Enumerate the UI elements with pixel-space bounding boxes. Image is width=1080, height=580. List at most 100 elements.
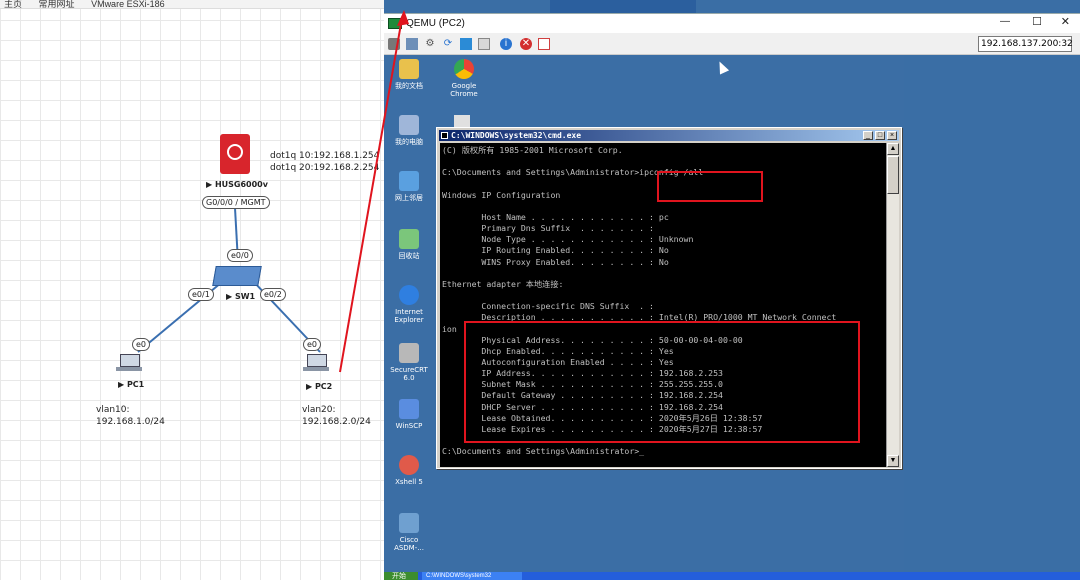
cmd-line: Windows IP Configuration bbox=[442, 189, 561, 200]
cmd-title: C:\WINDOWS\system32\cmd.exe bbox=[451, 131, 582, 140]
pc1-vlan-annotation: vlan10: 192.168.1.0/24 bbox=[96, 404, 165, 428]
cmd-line: Node Type . . . . . . . . . . . . : Unkn… bbox=[442, 234, 694, 245]
switch-port-e0-1: e0/1 bbox=[188, 288, 214, 301]
qemu-toolbar: ⚙ ⟳ i ✕ 192.168.137.200:32 bbox=[384, 33, 1080, 55]
desktop-icon-label: Xshell 5 bbox=[395, 478, 423, 486]
desktop-icon-network[interactable]: 网上邻居 bbox=[386, 171, 432, 202]
pc2-port: e0 bbox=[303, 338, 322, 351]
desktop-icon-label: Cisco ASDM-... bbox=[394, 536, 424, 552]
monitor-icon[interactable] bbox=[406, 38, 418, 50]
switch-port-e0-2: e0/2 bbox=[260, 288, 286, 301]
winscp-icon bbox=[399, 399, 419, 419]
cmd-maximize-button[interactable]: □ bbox=[875, 131, 885, 140]
qemu-app-icon bbox=[388, 18, 402, 29]
desktop-icon-label: 我的电脑 bbox=[395, 138, 423, 146]
pc1-label: ▶ PC1 bbox=[118, 380, 145, 389]
cmd-line: Primary Dns Suffix . . . . . . . : bbox=[442, 223, 654, 234]
cmd-line: IP Routing Enabled. . . . . . . . : No bbox=[442, 245, 669, 256]
cmd-titlebar[interactable]: C:\WINDOWS\system32\cmd.exe _ □ × bbox=[439, 130, 899, 141]
recycle-bin-icon bbox=[399, 229, 419, 249]
highlight-box-command bbox=[657, 171, 763, 202]
cmd-scrollbar[interactable]: ▲ ▼ bbox=[886, 143, 899, 467]
desktop-icon-recycle-bin[interactable]: 回收站 bbox=[386, 229, 432, 260]
pc2-label: ▶ PC2 bbox=[306, 382, 333, 391]
cmd-line bbox=[442, 201, 836, 212]
scroll-down-button[interactable]: ▼ bbox=[887, 455, 899, 467]
switch-icon[interactable] bbox=[212, 266, 262, 286]
cmd-minimize-button[interactable]: _ bbox=[863, 131, 873, 140]
computer-icon bbox=[399, 115, 419, 135]
maximize-button[interactable]: ☐ bbox=[1032, 15, 1042, 28]
firewall-label: ▶ HUSG6000v bbox=[206, 180, 268, 189]
info-icon[interactable]: i bbox=[500, 38, 512, 50]
guest-desktop-outside bbox=[904, 55, 1080, 580]
dot1q-line: dot1q 20:192.168.2.254 bbox=[270, 163, 380, 173]
qemu-title: QEMU (PC2) bbox=[406, 18, 465, 29]
cmd-close-button[interactable]: × bbox=[887, 131, 897, 140]
cmd-line: C:\Documents and Settings\Administrator>… bbox=[442, 167, 704, 178]
cmd-line: Connection-specific DNS Suffix . : bbox=[442, 301, 654, 312]
desktop-icon-my-documents[interactable]: 我的文档 bbox=[386, 59, 432, 90]
cmd-line bbox=[442, 290, 836, 301]
cmd-line: Ethernet adapter 本地连接: bbox=[442, 278, 564, 289]
firewall-icon[interactable] bbox=[220, 134, 250, 174]
securecrt-icon bbox=[399, 343, 419, 363]
pc1-laptop-icon[interactable] bbox=[116, 354, 142, 374]
desktop-icon-label: SecureCRT 6.0 bbox=[390, 366, 428, 382]
cmd-line bbox=[442, 178, 836, 189]
folder-icon bbox=[399, 59, 419, 79]
cmd-icon bbox=[441, 132, 448, 139]
cmd-console[interactable]: (C) 版权所有 1985-2001 Microsoft Corp. C:\Do… bbox=[440, 143, 886, 467]
windows-icon[interactable] bbox=[460, 38, 472, 50]
switch-label: ▶ SW1 bbox=[226, 292, 256, 301]
pc2-subnet: 192.168.2.0/24 bbox=[302, 417, 371, 427]
pc2-vlan: vlan20: bbox=[302, 405, 336, 415]
cmd-line: Host Name . . . . . . . . . . . . : pc bbox=[442, 211, 669, 222]
desktop-icon-xshell[interactable]: Xshell 5 bbox=[386, 455, 432, 486]
cmd-line: (C) 版权所有 1985-2001 Microsoft Corp. bbox=[442, 145, 623, 155]
refresh-icon[interactable]: ⟳ bbox=[442, 38, 454, 50]
desktop-icon-my-computer[interactable]: 我的电脑 bbox=[386, 115, 432, 146]
desktop-icon-label: Google Chrome bbox=[450, 82, 478, 98]
desktop-icon-label: 我的文档 bbox=[395, 82, 423, 90]
network-icon bbox=[399, 171, 419, 191]
mouse-cursor-icon bbox=[714, 59, 730, 75]
qemu-titlebar[interactable]: QEMU (PC2) — ☐ ✕ bbox=[384, 13, 1080, 33]
cmd-line: WINS Proxy Enabled. . . . . . . . : No bbox=[442, 256, 669, 267]
scroll-up-button[interactable]: ▲ bbox=[887, 143, 899, 155]
desktop-icon-label: 回收站 bbox=[398, 252, 420, 260]
dot1q-annotation: dot1q 10:192.168.1.254 dot1q 20:192.168.… bbox=[270, 150, 379, 174]
desktop-icon-ie[interactable]: Internet Explorer bbox=[386, 285, 432, 324]
pc1-vlan: vlan10: bbox=[96, 405, 130, 415]
pc2-vlan-annotation: vlan20: 192.168.2.0/24 bbox=[302, 404, 371, 428]
desktop-icon-label: WinSCP bbox=[395, 422, 423, 430]
topology-canvas[interactable]: 主页 常用网址 VMware ESXi-186 ▶ HUSG6000v G0/0… bbox=[0, 0, 384, 580]
screen: 主页 常用网址 VMware ESXi-186 ▶ HUSG6000v G0/0… bbox=[0, 0, 1080, 580]
desktop-icon-winscp[interactable]: WinSCP bbox=[386, 399, 432, 430]
cmd-line: C:\Documents and Settings\Administrator>… bbox=[442, 446, 645, 457]
gear-icon[interactable]: ⚙ bbox=[424, 38, 436, 50]
close-button[interactable]: ✕ bbox=[1061, 15, 1070, 28]
xshell-icon bbox=[399, 455, 419, 475]
desktop-icon-chrome[interactable]: Google Chrome bbox=[441, 59, 487, 98]
desktop-icon-cisco-asdm[interactable]: Cisco ASDM-... bbox=[386, 513, 432, 552]
clipboard-icon[interactable] bbox=[478, 38, 490, 50]
scroll-thumb[interactable] bbox=[887, 156, 899, 194]
stop-icon[interactable]: ✕ bbox=[520, 38, 532, 50]
taskbar: 开始 C:\WINDOWS\system32 bbox=[384, 572, 1080, 580]
desktop-icon-label: Internet Explorer bbox=[394, 308, 424, 324]
taskbar-item-cmd[interactable]: C:\WINDOWS\system32 bbox=[422, 572, 522, 580]
dot1q-line: dot1q 10:192.168.1.254 bbox=[270, 151, 380, 161]
cmd-line bbox=[442, 156, 836, 167]
cmd-window[interactable]: C:\WINDOWS\system32\cmd.exe _ □ × (C) 版权… bbox=[436, 127, 902, 469]
pc1-subnet: 192.168.1.0/24 bbox=[96, 417, 165, 427]
guest-desktop: 我的文档 Google Chrome 我的电脑 网上邻居 回收站 Interne… bbox=[384, 55, 904, 572]
pc2-laptop-icon[interactable] bbox=[303, 354, 329, 374]
minimize-button[interactable]: — bbox=[1000, 16, 1010, 27]
document-icon[interactable] bbox=[538, 38, 550, 50]
start-button[interactable]: 开始 bbox=[384, 572, 418, 580]
ie-icon bbox=[399, 285, 419, 305]
camera-icon[interactable] bbox=[388, 38, 400, 50]
host-address-field[interactable]: 192.168.137.200:32 bbox=[978, 36, 1073, 52]
desktop-icon-securecrt[interactable]: SecureCRT 6.0 bbox=[386, 343, 432, 382]
